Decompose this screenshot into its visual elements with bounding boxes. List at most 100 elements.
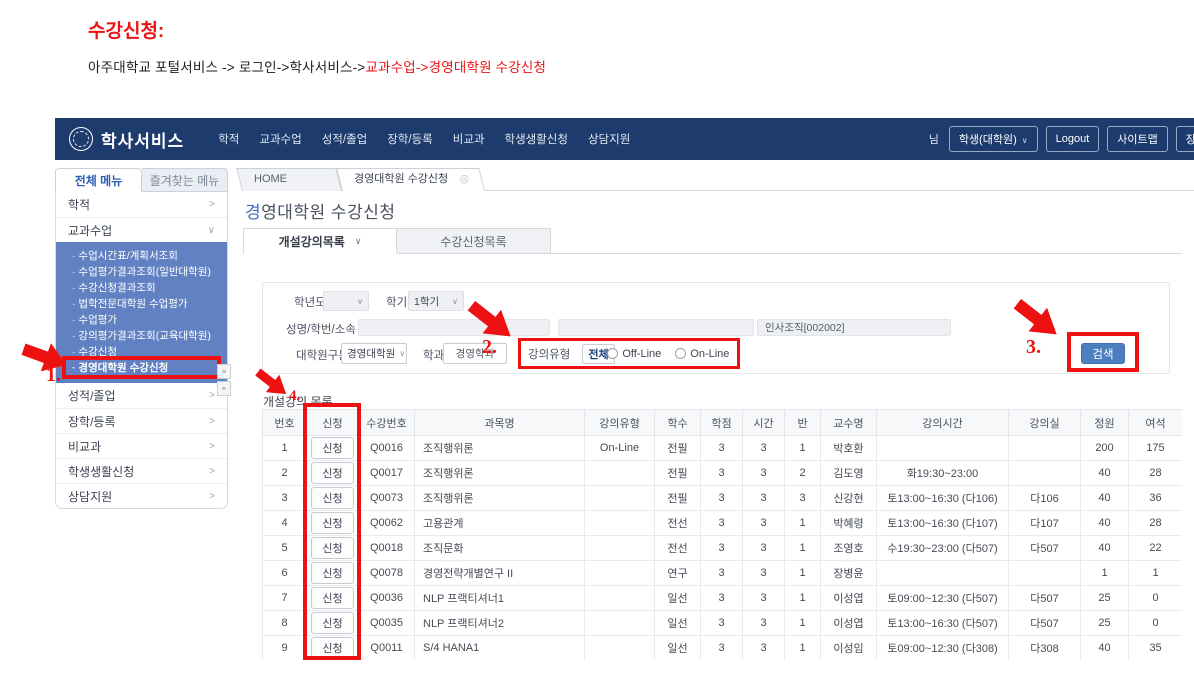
sidebar-item-gyogwasueop[interactable]: 교과수업 ∨	[56, 217, 227, 242]
sidebar-item-학생생활신청[interactable]: 학생생활신청>	[56, 458, 227, 483]
sidebar-subitem[interactable]: · 수업평가결과조회(일반대학원)	[72, 264, 217, 280]
apply-button[interactable]: 신청	[311, 612, 353, 634]
cell-여석: 175	[1129, 436, 1183, 461]
cell-번호: 3	[263, 486, 307, 511]
cell-학수: 전필	[655, 436, 701, 461]
sidebar-subitem[interactable]: · 경영대학원 수강신청	[72, 360, 217, 376]
apply-button[interactable]: 신청	[311, 587, 353, 609]
nav-item-비교과[interactable]: 비교과	[453, 131, 485, 147]
lecture-type-option-On-Line[interactable]: On-Line	[675, 348, 729, 360]
cell-교수명: 이성임	[821, 636, 877, 661]
apply-button[interactable]: 신청	[311, 487, 353, 509]
tab-open-courses[interactable]: 개설강의목록 ∨	[243, 228, 397, 254]
sidebar-item-label: 상담지원	[68, 488, 112, 505]
cell-강의시간: 화19:30~23:00	[877, 461, 1009, 486]
sidebar-tabs: 전체 메뉴 즐겨찾는 메뉴	[55, 168, 228, 192]
lecture-type-option-전체[interactable]: 전체	[582, 348, 593, 359]
cell-반: 1	[785, 536, 821, 561]
column-header-정원: 정원	[1081, 410, 1129, 436]
logo[interactable]: 학사서비스	[69, 127, 184, 152]
cell-학수: 일선	[655, 586, 701, 611]
cell-정원: 40	[1081, 536, 1129, 561]
annotation-path-plain: 아주대학교 포털서비스 -> 로그인->학사서비스->	[88, 60, 365, 75]
sidebar-item-비교과[interactable]: 비교과>	[56, 433, 227, 458]
apply-button[interactable]: 신청	[311, 562, 353, 584]
cell-교수명: 김도영	[821, 461, 877, 486]
cell-정원: 40	[1081, 486, 1129, 511]
cell-여석: 1	[1129, 561, 1183, 586]
search-button[interactable]: 검색	[1081, 343, 1125, 364]
apply-button[interactable]: 신청	[311, 512, 353, 534]
apply-button[interactable]: 신청	[311, 637, 353, 659]
nav-item-학적[interactable]: 학적	[218, 131, 239, 147]
cell-수강번호: Q0036	[359, 586, 415, 611]
window-tab-home[interactable]: HOME	[242, 168, 342, 191]
chevron-right-icon: >	[209, 416, 215, 427]
radio-label: On-Line	[690, 348, 729, 360]
lecture-type-option-Off-Line[interactable]: Off-Line	[607, 348, 661, 360]
apply-button[interactable]: 신청	[311, 537, 353, 559]
chevron-down-icon: ∨	[357, 297, 363, 306]
cell-시간: 3	[743, 461, 785, 486]
cell-신청: 신청	[307, 511, 359, 536]
nav-item-성적/졸업[interactable]: 성적/졸업	[322, 131, 368, 147]
tab-label: 개설강의목록	[279, 233, 345, 250]
cell-교수명: 신강현	[821, 486, 877, 511]
sidebar-item-hakjeok[interactable]: 학적 >	[56, 192, 227, 217]
year-select[interactable]: ∨	[323, 291, 369, 311]
cell-번호: 2	[263, 461, 307, 486]
affiliation-field[interactable]: 인사조직[002002]	[757, 319, 951, 336]
page-title-first-char: 경	[245, 203, 261, 222]
sidebar-item-성적/졸업[interactable]: 성적/졸업>	[56, 383, 227, 408]
header-button-3[interactable]: 장애	[1176, 126, 1194, 152]
sidebar-expand-button[interactable]: +	[217, 381, 231, 396]
chevron-right-icon: >	[209, 199, 215, 210]
nav-item-교과수업[interactable]: 교과수업	[259, 131, 301, 147]
tab-registered-courses[interactable]: 수강신청목록	[397, 228, 551, 254]
nav-item-장학/등록[interactable]: 장학/등록	[387, 131, 433, 147]
page-title-rest: 영대학원 수강신청	[261, 203, 395, 222]
sidebar-subitem[interactable]: · 수업시간표/계획서조회	[72, 248, 217, 264]
cell-번호: 9	[263, 636, 307, 661]
sidebar-item-상담지원[interactable]: 상담지원>	[56, 483, 227, 508]
sidebar-item-장학/등록[interactable]: 장학/등록>	[56, 408, 227, 433]
header-right: 님 학생(대학원)∨Logout사이트맵장애	[929, 126, 1194, 152]
sidebar-collapse-button[interactable]: ≡	[217, 364, 231, 379]
column-header-반: 반	[785, 410, 821, 436]
sidebar-tab-favorites[interactable]: 즐겨찾는 메뉴	[142, 168, 228, 192]
table-row: 9신청Q0011S/4 HANA1일선331이성임토09:00~12:30 (다…	[263, 636, 1183, 661]
grad-division-select[interactable]: 경영대학원 ∨	[341, 343, 407, 364]
cell-강의시간: 토09:00~12:30 (다507)	[877, 586, 1009, 611]
cell-강의실: 다507	[1009, 586, 1081, 611]
window-tab-course-registration[interactable]: 경영대학원 수강신청 ◎	[342, 168, 485, 191]
header-button-0[interactable]: 학생(대학원)∨	[949, 126, 1038, 152]
sidebar-subitem[interactable]: · 강의평가결과조회(교육대학원)	[72, 328, 217, 344]
sidebar-tab-all-menu[interactable]: 전체 메뉴	[55, 168, 142, 192]
department-field[interactable]: 경영학과	[443, 343, 507, 364]
column-header-학수: 학수	[655, 410, 701, 436]
sidebar-subitem[interactable]: · 수강신청결과조회	[72, 280, 217, 296]
sidebar-subitem[interactable]: · 법학전문대학원 수업평가	[72, 296, 217, 312]
annotation-path-highlight: 교과수업->경영대학원 수강신청	[365, 60, 546, 75]
annotation-path: 아주대학교 포털서비스 -> 로그인->학사서비스->교과수업->경영대학원 수…	[88, 56, 546, 76]
name-field[interactable]	[358, 319, 550, 336]
cell-반: 1	[785, 511, 821, 536]
chevron-right-icon: >	[209, 390, 215, 401]
apply-button[interactable]: 신청	[311, 437, 353, 459]
header-button-1[interactable]: Logout	[1046, 126, 1100, 152]
course-table-wrap[interactable]: 번호신청수강번호과목명강의유형학수학점시간반교수명강의시간강의실정원여석1신청Q…	[262, 409, 1182, 660]
cell-신청: 신청	[307, 561, 359, 586]
nav-item-학생생활신청[interactable]: 학생생활신청	[504, 131, 567, 147]
semester-select[interactable]: 1학기 ∨	[408, 291, 464, 311]
cell-강의시간: 토13:00~16:30 (다107)	[877, 511, 1009, 536]
header-button-2[interactable]: 사이트맵	[1107, 126, 1167, 152]
sidebar-item-label: 학생생활신청	[68, 463, 134, 480]
cell-정원: 25	[1081, 611, 1129, 636]
student-id-field[interactable]	[558, 319, 754, 336]
apply-button[interactable]: 신청	[311, 462, 353, 484]
sidebar-subitem[interactable]: · 수업평가	[72, 312, 217, 328]
cell-신청: 신청	[307, 486, 359, 511]
close-icon[interactable]: ◎	[459, 173, 469, 185]
nav-item-상담지원[interactable]: 상담지원	[588, 131, 630, 147]
sidebar-subitem[interactable]: · 수강신청	[72, 344, 217, 360]
